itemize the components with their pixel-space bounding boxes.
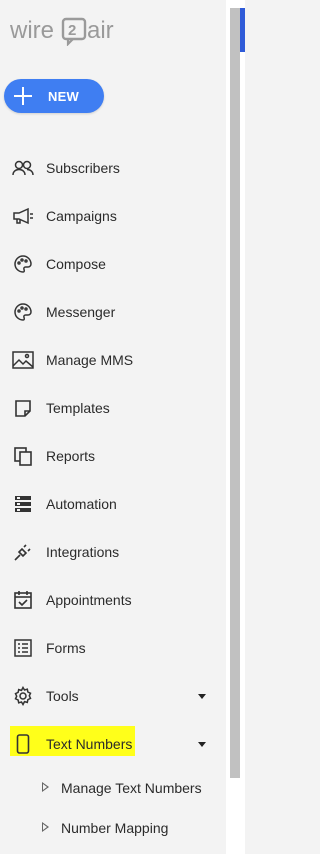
chevron-down-icon[interactable] [198,742,206,747]
sidebar-item-templates[interactable]: Templates [0,384,226,432]
sidebar-item-appointments[interactable]: Appointments [0,576,226,624]
sidebar-item-messenger[interactable]: Messenger [0,288,226,336]
sidebar-subitem-manage-text-numbers[interactable]: Manage Text Numbers [0,768,226,808]
sidebar-item-text-numbers[interactable]: Text Numbers [0,720,226,768]
sidebar-item-label: Integrations [46,544,120,560]
main-nav: Subscribers Campaigns Compose Messenger … [0,144,226,848]
sidebar-item-label: Automation [46,496,117,512]
scrollbar-accent [240,8,245,52]
automation-icon [12,494,34,514]
reports-icon [12,446,34,466]
sidebar-item-campaigns[interactable]: Campaigns [0,192,226,240]
sidebar-item-label: Subscribers [46,160,120,176]
sidebar-item-forms[interactable]: Forms [0,624,226,672]
sidebar-item-label: Tools [46,688,79,704]
template-icon [12,398,34,418]
sidebar-item-reports[interactable]: Reports [0,432,226,480]
scrollbar-thumb[interactable] [230,8,240,778]
sidebar-item-label: Reports [46,448,96,464]
sidebar-subitem-label: Manage Text Numbers [61,780,202,796]
sidebar-item-label: Manage MMS [46,352,134,368]
sidebar-item-label: Forms [46,640,86,656]
sidebar-item-label: Templates [46,400,110,416]
svg-text:wire: wire [10,17,54,44]
new-button[interactable]: NEW [4,79,104,113]
plug-icon [12,542,34,562]
sidebar-item-compose[interactable]: Compose [0,240,226,288]
triangle-right-icon [42,782,49,792]
new-button-label: NEW [48,88,79,104]
image-icon [12,350,34,370]
sidebar-item-automation[interactable]: Automation [0,480,226,528]
vertical-scrollbar[interactable] [226,0,245,854]
calendar-check-icon [12,590,34,610]
palette-icon [12,254,34,274]
sidebar-subitem-number-mapping[interactable]: Number Mapping [0,808,226,848]
palette-chat-icon [12,302,34,322]
phone-icon [12,734,34,754]
megaphone-icon [12,206,34,226]
sidebar-item-tools[interactable]: Tools [0,672,226,720]
triangle-right-icon [42,822,49,832]
form-list-icon [12,638,34,658]
plus-icon [14,87,32,105]
sidebar-item-label: Messenger [46,304,116,320]
sidebar-item-label: Text Numbers [46,736,133,752]
sidebar-item-label: Campaigns [46,208,117,224]
sidebar-subitem-label: Number Mapping [61,820,169,836]
svg-text:2: 2 [68,22,76,39]
sidebar: wire 2 air NEW Subscribers Campaigns Com… [0,0,226,854]
subscribers-icon [12,158,34,178]
sidebar-item-integrations[interactable]: Integrations [0,528,226,576]
gear-icon [12,686,34,706]
sidebar-item-subscribers[interactable]: Subscribers [0,144,226,192]
svg-text:air: air [87,17,114,44]
sidebar-item-manage-mms[interactable]: Manage MMS [0,336,226,384]
chevron-down-icon[interactable] [198,694,206,699]
sidebar-item-label: Compose [46,256,106,272]
wire2air-logo[interactable]: wire 2 air [10,16,140,46]
sidebar-item-label: Appointments [46,592,132,608]
